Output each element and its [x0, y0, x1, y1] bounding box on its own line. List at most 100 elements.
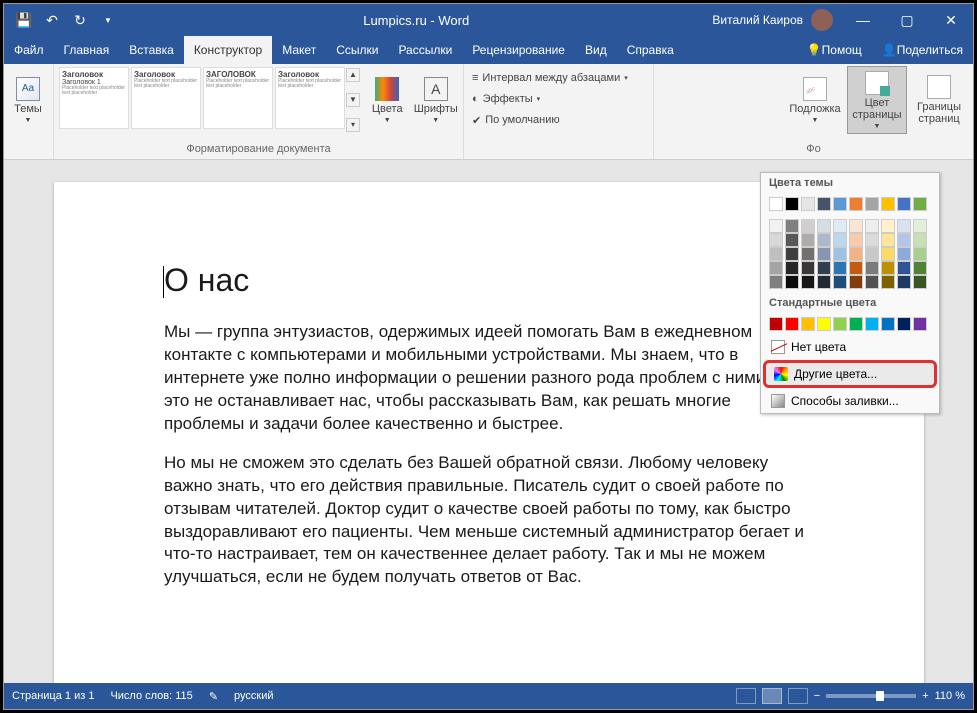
- color-swatch[interactable]: [881, 275, 895, 289]
- tab-insert[interactable]: Вставка: [119, 36, 184, 64]
- style-item[interactable]: ЗАГОЛОВОКPlaceholder text placeholder te…: [203, 67, 273, 129]
- set-default-button[interactable]: ✔По умолчанию: [472, 110, 628, 130]
- gallery-scrollers[interactable]: ▲▼▾: [346, 66, 362, 134]
- zoom-thumb[interactable]: [876, 691, 884, 701]
- themes-button[interactable]: Aa Темы ▼: [8, 66, 48, 134]
- paragraph[interactable]: Но мы не сможем это сделать без Вашей об…: [164, 452, 814, 590]
- color-swatch[interactable]: [849, 261, 863, 275]
- color-swatch[interactable]: [817, 219, 831, 233]
- color-swatch[interactable]: [849, 233, 863, 247]
- tab-design[interactable]: Конструктор: [184, 36, 272, 64]
- color-swatch[interactable]: [801, 197, 815, 211]
- paragraph[interactable]: Мы — группа энтузиастов, одержимых идеей…: [164, 321, 814, 436]
- color-swatch[interactable]: [833, 317, 847, 331]
- color-swatch[interactable]: [801, 233, 815, 247]
- tab-home[interactable]: Главная: [54, 36, 120, 64]
- fonts-button[interactable]: A Шрифты▼: [413, 66, 460, 134]
- color-swatch[interactable]: [865, 233, 879, 247]
- color-swatch[interactable]: [801, 275, 815, 289]
- color-swatch[interactable]: [881, 261, 895, 275]
- user-area[interactable]: Виталий Каиров: [704, 9, 841, 31]
- color-swatch[interactable]: [833, 247, 847, 261]
- color-swatch[interactable]: [801, 247, 815, 261]
- tab-help[interactable]: Справка: [617, 36, 684, 64]
- color-swatch[interactable]: [785, 317, 799, 331]
- style-item[interactable]: ЗаголовокЗаголовок 1Placeholder text pla…: [59, 67, 129, 129]
- color-swatch[interactable]: [897, 317, 911, 331]
- zoom-out-button[interactable]: −: [814, 690, 820, 702]
- color-swatch[interactable]: [881, 219, 895, 233]
- color-swatch[interactable]: [865, 275, 879, 289]
- style-gallery[interactable]: ЗаголовокЗаголовок 1Placeholder text pla…: [58, 66, 362, 134]
- color-swatch[interactable]: [785, 197, 799, 211]
- color-swatch[interactable]: [769, 219, 783, 233]
- color-swatch[interactable]: [881, 317, 895, 331]
- color-swatch[interactable]: [897, 261, 911, 275]
- color-swatch[interactable]: [785, 233, 799, 247]
- word-count[interactable]: Число слов: 115: [110, 690, 192, 702]
- color-swatch[interactable]: [833, 275, 847, 289]
- color-swatch[interactable]: [913, 247, 927, 261]
- color-swatch[interactable]: [913, 197, 927, 211]
- tell-me[interactable]: 💡 Помощ: [797, 36, 872, 64]
- color-swatch[interactable]: [897, 247, 911, 261]
- color-swatch[interactable]: [769, 317, 783, 331]
- color-swatch[interactable]: [817, 317, 831, 331]
- colors-button[interactable]: Цвета▼: [364, 66, 411, 134]
- tab-review[interactable]: Рецензирование: [462, 36, 575, 64]
- color-swatch[interactable]: [865, 317, 879, 331]
- color-swatch[interactable]: [769, 247, 783, 261]
- zoom-in-button[interactable]: +: [922, 690, 928, 702]
- color-swatch[interactable]: [801, 261, 815, 275]
- style-item[interactable]: ЗаголовокPlaceholder text placeholder te…: [131, 67, 201, 129]
- color-swatch[interactable]: [897, 233, 911, 247]
- color-swatch[interactable]: [769, 197, 783, 211]
- color-swatch[interactable]: [897, 197, 911, 211]
- color-swatch[interactable]: [865, 219, 879, 233]
- paragraph-spacing-button[interactable]: ≡Интервал между абзацами ▾: [472, 68, 628, 88]
- avatar[interactable]: [811, 9, 833, 31]
- tab-view[interactable]: Вид: [575, 36, 617, 64]
- color-swatch[interactable]: [849, 317, 863, 331]
- page-indicator[interactable]: Страница 1 из 1: [12, 690, 94, 702]
- share-button[interactable]: 👤 Поделиться: [872, 36, 973, 64]
- color-swatch[interactable]: [913, 317, 927, 331]
- heading[interactable]: О нас: [164, 262, 814, 299]
- minimize-button[interactable]: —: [841, 4, 885, 36]
- color-swatch[interactable]: [817, 233, 831, 247]
- color-swatch[interactable]: [833, 261, 847, 275]
- color-swatch[interactable]: [913, 219, 927, 233]
- color-swatch[interactable]: [849, 275, 863, 289]
- language-indicator[interactable]: русский: [234, 690, 273, 702]
- tab-mailings[interactable]: Рассылки: [388, 36, 462, 64]
- close-button[interactable]: ✕: [929, 4, 973, 36]
- color-swatch[interactable]: [801, 219, 815, 233]
- zoom-slider[interactable]: [826, 694, 916, 698]
- no-color-item[interactable]: Нет цвета: [761, 335, 939, 359]
- color-swatch[interactable]: [881, 247, 895, 261]
- color-swatch[interactable]: [897, 275, 911, 289]
- color-swatch[interactable]: [881, 197, 895, 211]
- color-swatch[interactable]: [817, 197, 831, 211]
- fill-effects-item[interactable]: Способы заливки...: [761, 389, 939, 413]
- color-swatch[interactable]: [833, 197, 847, 211]
- view-print-button[interactable]: [762, 688, 782, 704]
- page-borders-button[interactable]: Границы страниц: [909, 66, 969, 134]
- view-web-button[interactable]: [788, 688, 808, 704]
- color-swatch[interactable]: [801, 317, 815, 331]
- qat-dropdown-icon[interactable]: ▼: [98, 10, 118, 30]
- color-swatch[interactable]: [769, 275, 783, 289]
- color-swatch[interactable]: [865, 261, 879, 275]
- tab-references[interactable]: Ссылки: [326, 36, 388, 64]
- maximize-button[interactable]: ▢: [885, 4, 929, 36]
- color-swatch[interactable]: [833, 219, 847, 233]
- color-swatch[interactable]: [913, 261, 927, 275]
- color-swatch[interactable]: [817, 247, 831, 261]
- color-swatch[interactable]: [785, 247, 799, 261]
- proofing-icon[interactable]: ✎: [209, 690, 218, 703]
- watermark-button[interactable]: abc Подложка▼: [785, 66, 845, 134]
- color-swatch[interactable]: [865, 197, 879, 211]
- color-swatch[interactable]: [785, 261, 799, 275]
- style-item[interactable]: ЗаголовокPlaceholder text placeholder te…: [275, 67, 345, 129]
- color-swatch[interactable]: [849, 197, 863, 211]
